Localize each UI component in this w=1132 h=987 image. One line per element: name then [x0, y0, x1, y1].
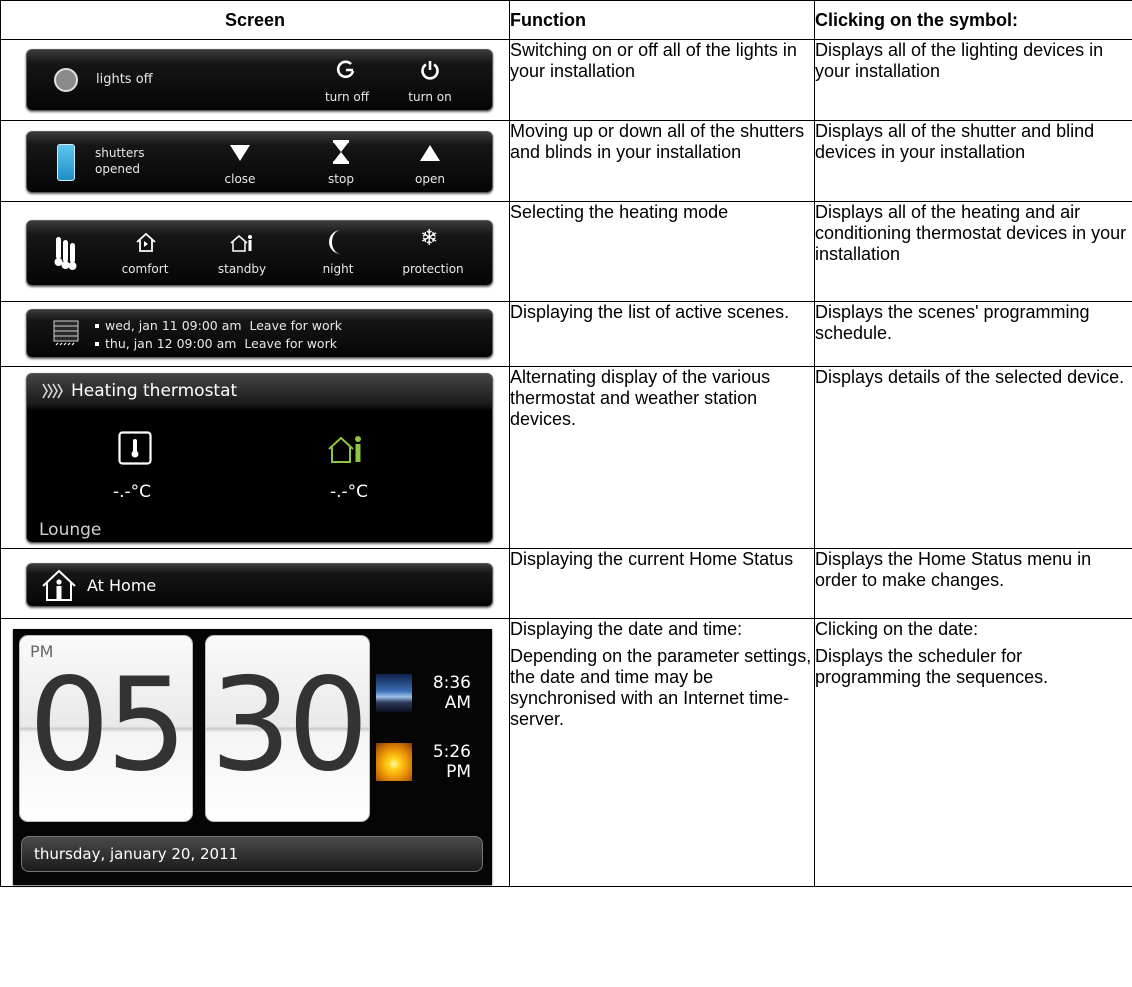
scene-item[interactable]: wed, jan 11 09:00 am Leave for work — [105, 318, 342, 333]
clicking-cell: Displays the scenes' programming schedul… — [814, 301, 1132, 367]
scene-shutter-icon[interactable] — [53, 320, 79, 348]
moon-icon[interactable] — [327, 229, 347, 255]
standby-label[interactable]: standby — [212, 262, 272, 276]
minutes-digits: 30 — [210, 651, 369, 800]
thermostat-panel[interactable]: Heating thermostat -.-°C -.-°C Lounge — [26, 373, 493, 543]
clicking-cell: Displays all of the shutter and blind de… — [814, 120, 1132, 202]
lights-panel[interactable]: lights off turn off turn on — [26, 49, 493, 111]
shutter-status-icon[interactable] — [57, 144, 75, 181]
heating-mode-panel[interactable]: comfort standby night ❄ protection — [26, 220, 493, 286]
function-cell: Displaying the current Home Status — [509, 548, 815, 619]
lamp-status-icon[interactable] — [53, 67, 79, 93]
function-cell: Selecting the heating mode — [509, 201, 815, 302]
clicking-paragraph: Clicking on the date: — [815, 619, 979, 639]
turn-off-icon[interactable] — [335, 59, 357, 81]
table-row: wed, jan 11 09:00 am Leave for work thu,… — [0, 301, 1132, 367]
shutters-panel[interactable]: shutters opened close stop open — [26, 131, 493, 193]
thermometer-group-icon[interactable] — [53, 235, 79, 271]
home-status-panel[interactable]: At Home — [26, 563, 493, 607]
clicking-cell: Displays the Home Status menu in order t… — [814, 548, 1132, 619]
lights-status-label: lights off — [96, 72, 153, 87]
thermostat-temp: -.-°C — [113, 482, 152, 502]
screen-cell: shutters opened close stop open — [0, 120, 510, 202]
device-function-table: Screen Function Clicking on the symbol: … — [0, 0, 1132, 887]
screen-cell: At Home — [0, 548, 510, 619]
clicking-cell: Clicking on the date: Displays the sched… — [814, 618, 1132, 887]
header-row: Screen Function Clicking on the symbol: — [0, 0, 1132, 40]
function-paragraph: Displaying the date and time: — [510, 619, 743, 639]
night-label[interactable]: night — [308, 262, 368, 276]
shutters-status-line2: opened — [95, 162, 140, 176]
clock-panel[interactable]: PM 05 30 8:36 AM 5:26 PM thursday, janua… — [13, 629, 492, 885]
table-row: lights off turn off turn on Switching on… — [0, 39, 1132, 121]
clicking-cell: Displays all of the lighting devices in … — [814, 39, 1132, 121]
header-clicking: Clicking on the symbol: — [814, 0, 1132, 40]
thermometer-icon[interactable] — [118, 431, 152, 465]
power-icon[interactable] — [419, 59, 441, 81]
down-triangle-icon[interactable] — [229, 144, 251, 162]
sunrise-image — [376, 674, 412, 712]
table-row: PM 05 30 8:36 AM 5:26 PM thursday, janua… — [0, 618, 1132, 887]
clicking-paragraph: Displays the scheduler for programming t… — [815, 646, 1049, 687]
hourglass-stop-icon[interactable] — [332, 140, 350, 164]
open-label[interactable]: open — [407, 172, 453, 186]
table-row: comfort standby night ❄ protection Selec… — [0, 201, 1132, 302]
hours-digits: 05 — [28, 651, 188, 800]
turn-off-label[interactable]: turn off — [322, 90, 372, 104]
protection-label[interactable]: protection — [397, 262, 469, 276]
room-label: Lounge — [39, 520, 102, 540]
thermostat-title: Heating thermostat — [71, 381, 238, 401]
function-paragraph: Depending on the parameter settings, the… — [510, 646, 812, 729]
comfort-label[interactable]: comfort — [115, 262, 175, 276]
screen-cell: lights off turn off turn on — [0, 39, 510, 121]
header-screen: Screen — [0, 0, 510, 40]
scenes-panel[interactable]: wed, jan 11 09:00 am Leave for work thu,… — [26, 309, 493, 358]
scene-bullet-icon — [95, 342, 99, 346]
screen-cell: Heating thermostat -.-°C -.-°C Lounge — [0, 366, 510, 549]
standby-house-icon[interactable] — [229, 233, 255, 253]
hours-flip-card: PM 05 — [19, 635, 193, 822]
clicking-cell: Displays all of the heating and air cond… — [814, 201, 1132, 302]
snowflake-icon[interactable]: ❄ — [420, 226, 438, 251]
home-status-label: At Home — [87, 576, 157, 595]
standby-house-icon[interactable] — [327, 434, 365, 464]
stop-label[interactable]: stop — [318, 172, 364, 186]
shutters-status-line1: shutters — [95, 146, 145, 160]
home-person-icon[interactable] — [41, 568, 77, 602]
screen-cell: wed, jan 11 09:00 am Leave for work thu,… — [0, 301, 510, 367]
function-cell: Moving up or down all of the shutters an… — [509, 120, 815, 202]
header-function: Function — [509, 0, 815, 40]
table-row: shutters opened close stop open Moving u… — [0, 120, 1132, 202]
function-cell: Alternating display of the various therm… — [509, 366, 815, 549]
date-button[interactable]: thursday, january 20, 2011 — [21, 836, 483, 872]
sunset-ampm: PM — [446, 762, 471, 782]
thermostat-temp: -.-°C — [330, 482, 369, 502]
close-label[interactable]: close — [217, 172, 263, 186]
sunset-image — [376, 743, 412, 781]
screen-cell: PM 05 30 8:36 AM 5:26 PM thursday, janua… — [0, 618, 510, 887]
heating-waves-icon — [42, 383, 63, 399]
date-label: thursday, january 20, 2011 — [34, 845, 239, 863]
table-row: At Home Displaying the current Home Stat… — [0, 548, 1132, 619]
comfort-house-icon[interactable] — [135, 231, 157, 253]
sunrise-time: 8:36 — [432, 673, 471, 693]
function-cell: Displaying the date and time: Depending … — [509, 618, 815, 887]
screen-cell: comfort standby night ❄ protection — [0, 201, 510, 302]
minutes-flip-card: 30 — [205, 635, 370, 822]
scene-bullet-icon — [95, 324, 99, 328]
function-cell: Displaying the list of active scenes. — [509, 301, 815, 367]
sunset-time: 5:26 — [432, 742, 471, 762]
sunrise-ampm: AM — [444, 693, 471, 713]
up-triangle-icon[interactable] — [419, 144, 441, 162]
function-cell: Switching on or off all of the lights in… — [509, 39, 815, 121]
clicking-cell: Displays details of the selected device. — [814, 366, 1132, 549]
scene-item[interactable]: thu, jan 12 09:00 am Leave for work — [105, 336, 337, 351]
turn-on-label[interactable]: turn on — [405, 90, 455, 104]
table-row: Heating thermostat -.-°C -.-°C Lounge Al… — [0, 366, 1132, 549]
